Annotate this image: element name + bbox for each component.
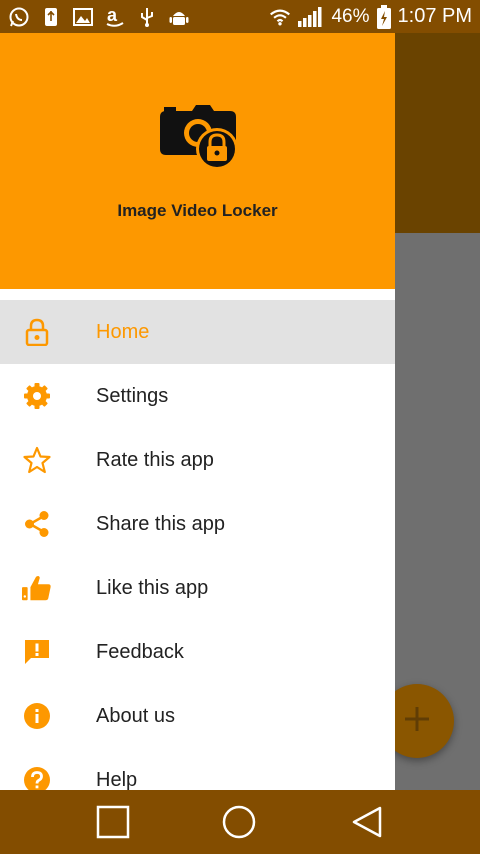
menu-item-label: Settings (96, 384, 169, 407)
feedback-icon (22, 637, 52, 667)
home-circle-icon[interactable] (221, 804, 257, 840)
signal-icon (297, 6, 325, 28)
menu-item-label: About us (96, 704, 175, 727)
menu-item-label: Feedback (96, 640, 184, 663)
star-outline-icon (22, 445, 52, 475)
menu-item-feedback[interactable]: Feedback (0, 620, 395, 684)
menu-item-label: Home (96, 320, 150, 343)
back-triangle-icon[interactable] (349, 804, 385, 840)
app-toolbar-dimmed (395, 33, 480, 233)
help-icon (22, 765, 52, 790)
menu-item-label: Share this app (96, 512, 225, 535)
battery-charging-icon (376, 4, 392, 29)
thumbs-up-icon (22, 573, 52, 603)
wifi-icon (269, 6, 291, 28)
svg-text:a: a (107, 6, 118, 25)
menu-item-like[interactable]: Like this app (0, 556, 395, 620)
menu-item-home[interactable]: Home (0, 300, 395, 364)
menu-item-share[interactable]: Share this app (0, 492, 395, 556)
gear-icon (22, 381, 52, 411)
amazon-icon: a (104, 6, 126, 28)
drawer-menu: Home Settings Rate this app Share this a… (0, 300, 395, 790)
plus-icon (402, 704, 432, 739)
share-icon (22, 509, 52, 539)
usb-icon (40, 6, 62, 28)
recent-apps-icon[interactable] (95, 804, 131, 840)
menu-item-label: Like this app (96, 576, 209, 599)
camera-lock-icon (158, 101, 238, 171)
notification-icons: a (8, 6, 190, 28)
clock: 1:07 PM (397, 5, 472, 27)
menu-item-label: Rate this app (96, 448, 214, 471)
system-nav-bar (0, 790, 480, 854)
menu-item-rate[interactable]: Rate this app (0, 428, 395, 492)
navigation-drawer: Image Video Locker Home Settings Rate th… (0, 33, 395, 790)
menu-item-help[interactable]: Help (0, 748, 395, 790)
info-icon (22, 701, 52, 731)
menu-item-label: Help (96, 768, 138, 791)
battery-percent: 46% (331, 5, 370, 27)
whatsapp-icon (8, 6, 30, 28)
menu-item-settings[interactable]: Settings (0, 364, 395, 428)
image-icon (72, 6, 94, 28)
menu-item-about[interactable]: About us (0, 684, 395, 748)
usb-debug-icon (136, 6, 158, 28)
app-name: Image Video Locker (117, 201, 278, 220)
system-icons: 46% 1:07 PM (269, 4, 472, 29)
status-bar: a 46% 1:07 PM (0, 0, 480, 33)
android-icon (168, 6, 190, 28)
drawer-header: Image Video Locker (0, 33, 395, 289)
lock-icon (22, 317, 52, 347)
